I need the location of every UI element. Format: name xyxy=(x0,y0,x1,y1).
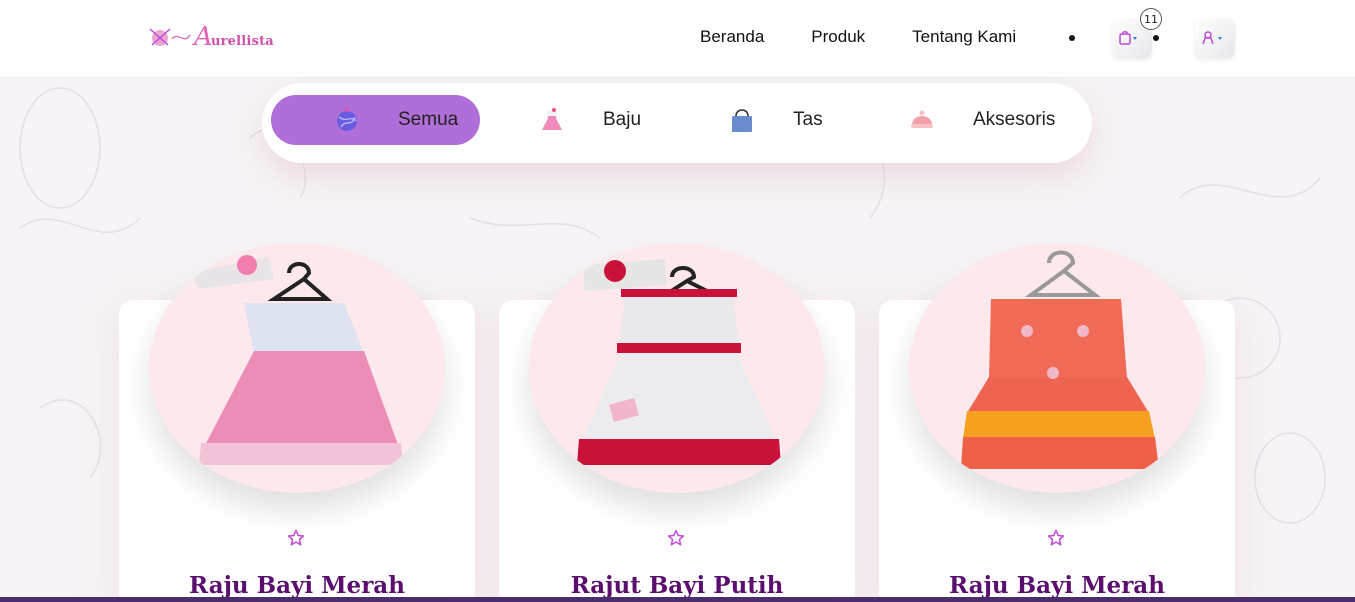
nav-dot xyxy=(1069,35,1075,41)
main-nav: Beranda Produk Tentang Kami xyxy=(700,27,1063,47)
favorite-star-icon[interactable] xyxy=(287,529,305,547)
product-image[interactable] xyxy=(149,243,445,493)
category-label: Semua xyxy=(398,109,459,130)
logo-rest: urellista xyxy=(210,34,274,49)
chevron-down-icon xyxy=(1133,37,1137,40)
dress-icon xyxy=(542,108,562,130)
product-title[interactable]: Raju Bayi Merah xyxy=(879,572,1235,599)
product-image[interactable] xyxy=(909,243,1205,493)
category-label: Baju xyxy=(603,109,642,130)
nav-beranda[interactable]: Beranda xyxy=(700,27,764,47)
yarn-logo-icon xyxy=(149,28,191,46)
nav-tentang-kami[interactable]: Tentang Kami xyxy=(912,27,1016,47)
orange-dress-image xyxy=(961,250,1159,469)
category-tas[interactable]: Tas xyxy=(727,95,867,145)
product-image[interactable] xyxy=(529,243,825,493)
yarn-ball-icon xyxy=(337,108,357,131)
bag-icon xyxy=(732,109,752,132)
product-title[interactable]: Raju Bayi Merah xyxy=(119,572,475,599)
user-icon xyxy=(1202,31,1222,45)
category-semua[interactable]: Semua xyxy=(271,95,480,145)
product-title[interactable]: Rajut Bayi Putih xyxy=(499,572,855,599)
logo-text: Aurellista xyxy=(194,22,274,52)
nav-produk[interactable]: Produk xyxy=(811,27,865,47)
user-button[interactable] xyxy=(1195,18,1235,58)
favorite-star-icon[interactable] xyxy=(667,529,685,547)
favorite-star-icon[interactable] xyxy=(1047,529,1065,547)
cart-dot xyxy=(1153,35,1159,41)
top-header: Aurellista Beranda Produk Tentang Kami 1… xyxy=(0,0,1355,78)
category-label: Aksesoris xyxy=(973,109,1056,130)
cart-count-badge: 11 xyxy=(1140,8,1162,30)
category-label: Tas xyxy=(793,109,823,130)
category-baju[interactable]: Baju xyxy=(537,95,697,145)
cart-icon xyxy=(1119,31,1137,45)
hat-icon xyxy=(911,110,933,128)
category-aksesoris[interactable]: Aksesoris xyxy=(907,95,1087,145)
pink-dress-image xyxy=(191,255,403,465)
bottom-bar xyxy=(0,597,1355,602)
category-filter-bar: Semua Baju Tas Aksesoris xyxy=(262,83,1092,163)
white-dress-image xyxy=(577,259,781,465)
logo[interactable]: Aurellista xyxy=(148,22,274,52)
